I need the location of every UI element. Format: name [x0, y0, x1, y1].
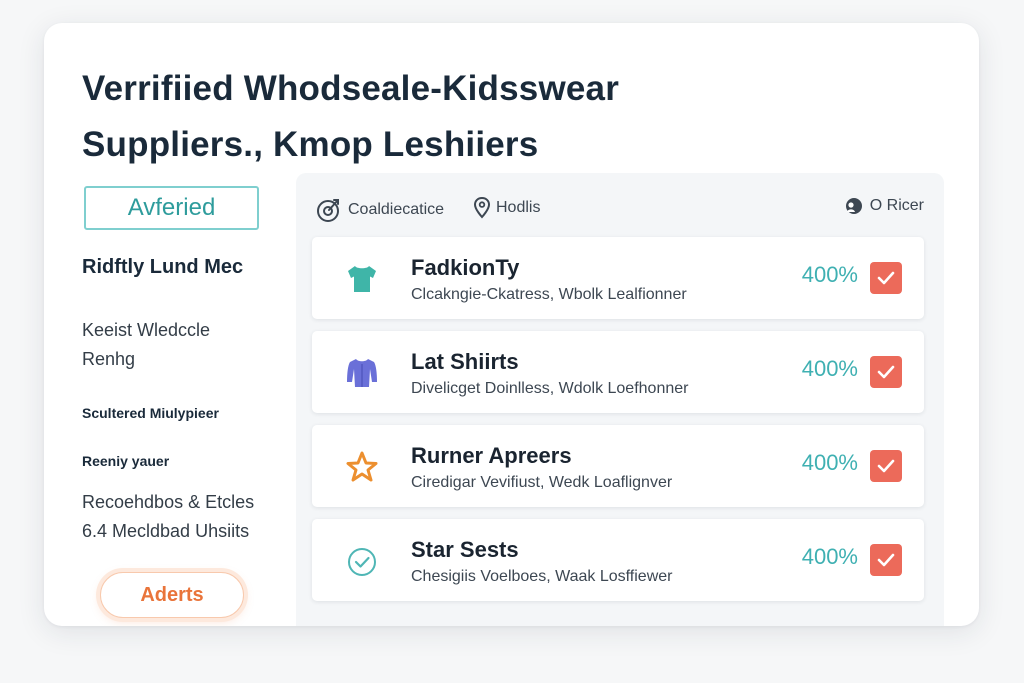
verified-checkbox[interactable] [870, 450, 902, 482]
toolbar-price-label: O Ricer [869, 197, 924, 214]
toolbar-location-label: Hodlis [496, 199, 541, 216]
supplier-name: Rurner Apreers [411, 443, 572, 468]
supplier-details: Ciredigar Vevifiust, Wedk Loaflignver [411, 474, 673, 491]
supplier-name: Lat Shiirts [411, 349, 519, 374]
supplier-row[interactable]: Rurner Apreers Ciredigar Vevifiust, Wedk… [312, 425, 924, 507]
verified-checkbox[interactable] [870, 544, 902, 576]
check-circle-icon [348, 548, 376, 576]
checkmark-icon [877, 459, 895, 473]
sidebar-heading: Ridftly Lund Mec [82, 256, 244, 278]
supplier-list-panel: Coaldiecatice Hodlis O Ricer FadkionTy C… [296, 173, 944, 626]
sidebar-text-1-line1: Keeist Wledccle [82, 320, 211, 340]
user-toggle-icon [845, 198, 862, 214]
verified-checkbox[interactable] [870, 356, 902, 388]
supplier-percent: 400% [801, 450, 858, 475]
sidebar-filter-1[interactable]: Scultered Miulypieer [82, 405, 219, 421]
verified-badge[interactable]: Avferied [84, 186, 259, 230]
checkmark-icon [877, 365, 895, 379]
supplier-name: FadkionTy [411, 255, 520, 280]
checkmark-icon [877, 553, 895, 567]
checkmark-icon [877, 271, 895, 285]
sidebar-text-2-line1: Recoehdbos & Etcles [82, 492, 255, 512]
page-title: Verrifiied Whodseale-Kidsswear Suppliers… [82, 61, 842, 173]
page-title-line2: Suppliers., Kmop Leshiiers [82, 125, 539, 164]
tshirt-icon [348, 266, 376, 292]
supplier-percent: 400% [801, 356, 858, 381]
supplier-percent: 400% [801, 544, 858, 569]
sidebar-text-1: Keeist Wledccle Renhg [82, 316, 210, 374]
sidebar-text-1-line2: Renhg [82, 349, 136, 369]
supplier-percent: 400% [801, 262, 858, 287]
target-icon [317, 199, 339, 222]
supplier-row[interactable]: Star Sests Chesigiis Voelboes, Waak Losf… [312, 519, 924, 601]
toolbar: Coaldiecatice Hodlis O Ricer [296, 173, 944, 233]
supplier-name: Star Sests [411, 537, 519, 562]
alerts-button[interactable]: Aderts [100, 572, 244, 618]
supplier-details: Divelicget Doinlless, Wdolk Loefhonner [411, 380, 689, 397]
supplier-details: Chesigiis Voelboes, Waak Losffiewer [411, 568, 673, 585]
page-title-line1: Verrifiied Whodseale-Kidsswear [82, 69, 620, 108]
supplier-row[interactable]: FadkionTy Clcakngie-Ckatress, Wbolk Leal… [312, 237, 924, 319]
verified-checkbox[interactable] [870, 262, 902, 294]
toolbar-certification-filter[interactable]: Coaldiecatice [316, 197, 444, 223]
toolbar-price-filter[interactable]: O Ricer [844, 197, 924, 215]
sidebar-text-2: Recoehdbos & Etcles 6.4 Mecldbad Uhsiits [82, 488, 254, 546]
sidebar-text-2-line2: 6.4 Mecldbad Uhsiits [82, 521, 250, 541]
supplier-card: Verrifiied Whodseale-Kidsswear Suppliers… [44, 23, 979, 626]
sweater-icon [347, 359, 377, 387]
supplier-details: Clcakngie-Ckatress, Wbolk Lealfionner [411, 286, 687, 303]
supplier-row[interactable]: Lat Shiirts Divelicget Doinlless, Wdolk … [312, 331, 924, 413]
star-icon [346, 451, 378, 482]
toolbar-certification-label: Coaldiecatice [348, 201, 445, 218]
location-pin-icon [474, 197, 490, 219]
toolbar-location-filter[interactable]: Hodlis [474, 197, 540, 219]
sidebar-filter-2[interactable]: Reeniy yauer [82, 453, 169, 469]
